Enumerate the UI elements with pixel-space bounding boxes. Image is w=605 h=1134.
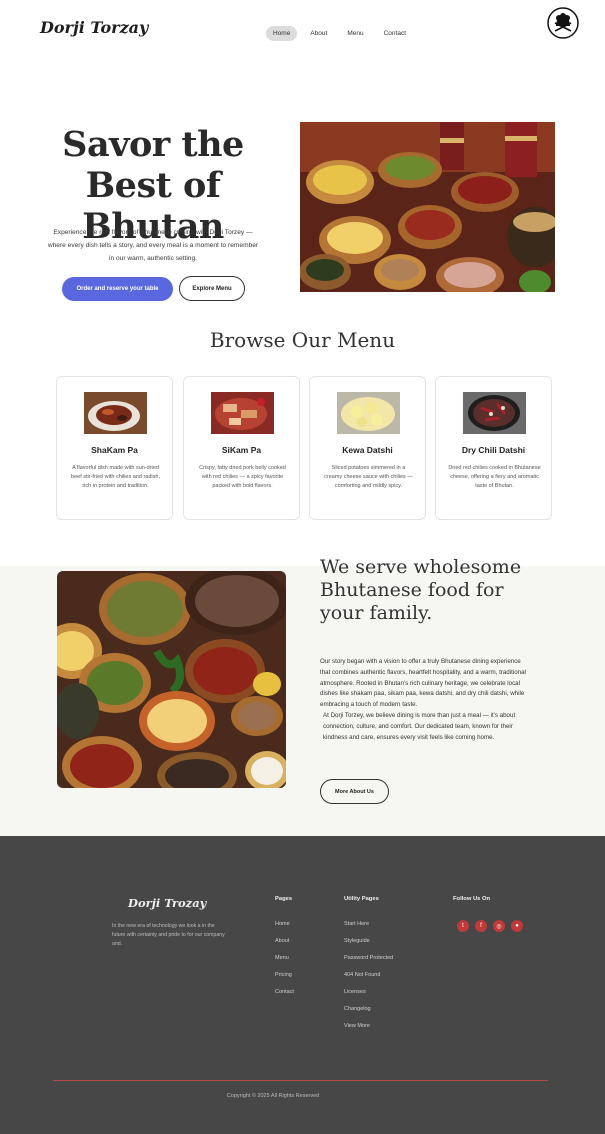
site-logo[interactable]: Dorji Torzay bbox=[40, 18, 148, 37]
kewa-datshi-photo bbox=[337, 392, 400, 434]
footer-link-about[interactable]: About bbox=[275, 938, 294, 945]
crest-logo-icon[interactable] bbox=[547, 7, 579, 39]
footer-link-changelog[interactable]: Changelog bbox=[344, 1006, 393, 1013]
menu-item-description: A flavorful dish made with sun-dried bee… bbox=[71, 465, 160, 489]
about-paragraph: At Dorji Torzey, we believe dining is mo… bbox=[323, 711, 516, 741]
menu-card[interactable]: Dry Chili Datshi Dried red chilies cooke… bbox=[435, 376, 552, 520]
social-links: t f ◎ ● bbox=[457, 920, 523, 932]
nav-menu[interactable]: Menu bbox=[340, 26, 370, 41]
menu-item-name: SiKam Pa bbox=[221, 445, 262, 455]
footer-link-pricing[interactable]: Pricing bbox=[275, 972, 294, 979]
nav-home[interactable]: Home bbox=[266, 26, 298, 41]
more-about-us-button[interactable]: More About Us bbox=[320, 779, 389, 804]
footer-link-password-protected[interactable]: Password Protected bbox=[344, 955, 393, 962]
footer-follow-heading: Follow Us On bbox=[453, 896, 491, 902]
dry-chili-datshi-photo bbox=[463, 392, 526, 434]
footer-utility-list: Start Here Styleguide Password Protected… bbox=[344, 921, 393, 1030]
menu-card[interactable]: ShaKam Pa A flavorful dish made with sun… bbox=[56, 376, 173, 520]
facebook-icon[interactable]: f bbox=[475, 920, 487, 932]
footer-link-styleguide[interactable]: Styleguide bbox=[344, 938, 393, 945]
nav-contact[interactable]: Contact bbox=[377, 26, 413, 41]
footer-utility-heading: Utility Pages bbox=[344, 896, 379, 902]
footer-pages-list: Home About Menu Pricing Contact bbox=[275, 921, 294, 996]
footer-divider bbox=[53, 1080, 548, 1081]
footer-pages-heading: Pages bbox=[275, 896, 293, 902]
menu-item-description: Sliced potatoes simmered in a creamy che… bbox=[324, 465, 413, 489]
footer-link-menu[interactable]: Menu bbox=[275, 955, 294, 962]
menu-card[interactable]: Kewa Datshi Sliced potatoes simmered in … bbox=[309, 376, 426, 520]
menu-item-name: Dry Chili Datshi bbox=[461, 445, 526, 455]
footer-tagline: In the new era of technology we look a i… bbox=[112, 923, 225, 947]
footer-link-view-more[interactable]: View More bbox=[344, 1023, 393, 1030]
menu-item-description: Crispy, fatty dried pork belly cooked wi… bbox=[199, 465, 286, 489]
main-nav: Home About Menu Contact bbox=[266, 26, 413, 41]
footer-link-contact[interactable]: Contact bbox=[275, 989, 294, 996]
about-paragraph: Our story began with a vision to offer a… bbox=[320, 658, 526, 709]
footer-link-start-here[interactable]: Start Here bbox=[344, 921, 393, 928]
hero-description: Experience the rich flavors of Bhutanese… bbox=[47, 229, 259, 262]
about-title: We serve wholesome Bhutanese food for yo… bbox=[320, 556, 522, 624]
sikam-pa-photo bbox=[211, 392, 274, 434]
hero-food-image bbox=[300, 122, 555, 292]
explore-menu-button[interactable]: Explore Menu bbox=[179, 276, 245, 301]
menu-item-name: Kewa Datshi bbox=[342, 445, 393, 455]
menu-item-description: Dried red chilies cooked in Bhutanese ch… bbox=[448, 465, 541, 489]
order-reserve-button[interactable]: Order and reserve your table bbox=[62, 277, 173, 301]
nav-about[interactable]: About bbox=[303, 26, 334, 41]
footer-logo[interactable]: Dorji Trozay bbox=[128, 896, 206, 910]
footer-link-404[interactable]: 404 Not Found bbox=[344, 972, 393, 979]
shakam-pa-photo bbox=[84, 392, 147, 434]
about-description: Our story began with a vision to offer a… bbox=[320, 657, 532, 743]
instagram-icon[interactable]: ◎ bbox=[493, 920, 505, 932]
github-icon[interactable]: ● bbox=[511, 920, 523, 932]
menu-card[interactable]: SiKam Pa Crispy, fatty dried pork belly … bbox=[183, 376, 300, 520]
footer-link-licenses[interactable]: Licenses bbox=[344, 989, 393, 996]
twitter-icon[interactable]: t bbox=[457, 920, 469, 932]
menu-section-title: Browse Our Menu bbox=[209, 328, 396, 352]
about-food-image bbox=[57, 571, 286, 788]
menu-item-name: ShaKam Pa bbox=[91, 445, 138, 455]
footer-link-home[interactable]: Home bbox=[275, 921, 294, 928]
site-footer bbox=[0, 836, 605, 1134]
copyright-text: Copyright © 2025 All Rights Reserved bbox=[226, 1093, 320, 1099]
